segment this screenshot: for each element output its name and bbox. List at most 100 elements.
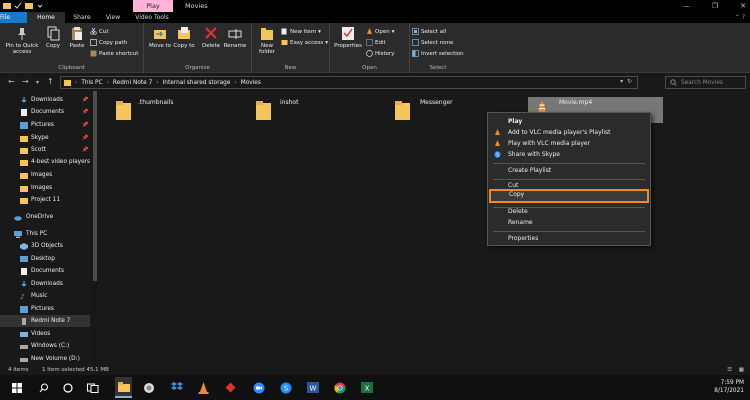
rename-button[interactable]: Rename: [222, 26, 248, 49]
sidebar-item-skype[interactable]: Skype 📌: [0, 132, 90, 144]
large-icons-view-icon[interactable]: ▦: [739, 367, 744, 373]
paste-shortcut-button[interactable]: Paste shortcut: [90, 49, 138, 58]
back-arrow-icon[interactable]: ←: [8, 77, 15, 86]
taskbar-app-bird[interactable]: [140, 379, 157, 396]
sidebar-item-4-best-video-players[interactable]: 4-best video players: [0, 156, 90, 168]
breadcrumb-movies[interactable]: Movies: [241, 80, 261, 86]
sidebar-item-windows-c[interactable]: Windows (C:): [0, 340, 90, 352]
menu-item-play[interactable]: Play: [488, 116, 650, 127]
breadcrumb-chevron-icon[interactable]: ›: [107, 80, 109, 86]
cut-button[interactable]: Cut: [90, 27, 108, 36]
breadcrumb-this-pc[interactable]: This PC: [81, 80, 102, 86]
properties-button[interactable]: Properties: [333, 26, 363, 49]
sidebar-item-downloads[interactable]: Downloads 📌: [0, 94, 90, 106]
menu-item-properties[interactable]: Properties: [488, 233, 650, 244]
select-all-button[interactable]: Select all: [412, 27, 446, 36]
pin-icon[interactable]: 📌: [82, 97, 88, 103]
close-button[interactable]: ✕: [740, 0, 746, 12]
pin-quick-access-button[interactable]: Pin to Quick access: [3, 26, 41, 55]
new-folder-button[interactable]: New folder: [255, 26, 279, 55]
easy-access-button[interactable]: Easy access ▾: [281, 38, 328, 47]
tab-video-tools[interactable]: Video Tools: [132, 12, 172, 23]
sidebar-item-onedrive[interactable]: OneDrive: [0, 211, 90, 223]
taskbar-dropbox[interactable]: [168, 379, 185, 396]
sidebar-item-redmi-note-7[interactable]: Redmi Note 7: [0, 315, 90, 327]
paste-button[interactable]: Paste: [66, 26, 88, 49]
breadcrumb-chevron-icon[interactable]: ›: [156, 80, 158, 86]
tab-home[interactable]: Home: [27, 12, 65, 23]
copy-button[interactable]: Copy: [42, 26, 64, 49]
recent-locations-icon[interactable]: ▾: [36, 79, 39, 86]
sidebar-item-this-pc[interactable]: This PC: [0, 228, 90, 240]
cortana-button[interactable]: [59, 379, 76, 396]
file-item-inshot[interactable]: inshot: [254, 97, 374, 123]
edit-button[interactable]: Edit: [366, 38, 386, 47]
start-button[interactable]: [8, 379, 25, 396]
taskbar-word[interactable]: W: [304, 379, 321, 396]
up-arrow-icon[interactable]: ↑: [47, 77, 54, 86]
menu-item-add-to-vlc-playlist[interactable]: Add to VLC media player's Playlist: [488, 127, 650, 138]
sidebar-item-downloads-pc[interactable]: Downloads: [0, 278, 90, 290]
taskbar-chrome[interactable]: [331, 379, 348, 396]
sidebar-item-images-2[interactable]: Images: [0, 182, 90, 194]
sidebar-item-images[interactable]: Images: [0, 169, 90, 181]
task-view-button[interactable]: [84, 379, 101, 396]
taskbar-anydesk[interactable]: [222, 379, 239, 396]
move-to-button[interactable]: Move to: [148, 26, 172, 49]
folder-icon[interactable]: [3, 2, 11, 9]
copy-to-button[interactable]: Copy to: [172, 26, 196, 49]
dropdown-icon[interactable]: [36, 2, 44, 9]
menu-item-copy[interactable]: Copy: [489, 189, 649, 203]
system-clock[interactable]: 7:59 PM 8/17/2021: [714, 379, 744, 395]
taskbar-file-explorer[interactable]: [115, 377, 132, 398]
search-input[interactable]: Search Movies: [665, 76, 746, 89]
maximize-button[interactable]: ❐: [712, 0, 718, 12]
new-item-button[interactable]: New item ▾: [281, 27, 321, 36]
history-button[interactable]: History: [366, 49, 395, 58]
chevron-down-icon[interactable]: ▾: [620, 78, 623, 85]
pin-icon[interactable]: 📌: [82, 109, 88, 115]
delete-button[interactable]: Delete: [200, 26, 222, 49]
taskbar-zoom[interactable]: [250, 379, 267, 396]
menu-item-share-with-skype[interactable]: S Share with Skype: [488, 149, 650, 160]
check-icon[interactable]: [14, 2, 22, 9]
sidebar-item-project-11[interactable]: Project 11: [0, 194, 90, 206]
menu-item-play-with-vlc[interactable]: Play with VLC media player: [488, 138, 650, 149]
details-view-icon[interactable]: ☰: [727, 367, 732, 373]
breadcrumb-chevron-icon[interactable]: ›: [234, 80, 236, 86]
tab-share[interactable]: Share: [68, 12, 96, 23]
play-tab[interactable]: Play: [133, 0, 173, 12]
breadcrumb-redmi[interactable]: Redmi Note 7: [113, 80, 152, 86]
invert-selection-button[interactable]: Invert selection: [412, 49, 464, 58]
menu-item-create-playlist[interactable]: Create Playlist: [488, 165, 650, 176]
pin-icon[interactable]: 📌: [82, 147, 88, 153]
select-none-button[interactable]: Select none: [412, 38, 453, 47]
sidebar-item-new-volume-d[interactable]: New Volume (D:): [0, 353, 90, 365]
sidebar-scrollbar[interactable]: [92, 91, 98, 367]
folder-new-icon[interactable]: [25, 2, 33, 9]
sidebar-item-documents-pc[interactable]: Documents: [0, 265, 90, 277]
forward-arrow-icon[interactable]: →: [22, 77, 29, 86]
help-icon[interactable]: ?: [742, 14, 745, 21]
sidebar-item-pictures-pc[interactable]: Pictures: [0, 303, 90, 315]
menu-item-rename[interactable]: Rename: [488, 217, 650, 228]
pin-icon[interactable]: 📌: [82, 122, 88, 128]
sidebar-item-pictures[interactable]: Pictures 📌: [0, 119, 90, 131]
sidebar-item-videos[interactable]: Videos: [0, 328, 90, 340]
taskbar-search-button[interactable]: [35, 379, 52, 396]
sidebar-scroll-thumb[interactable]: [93, 91, 97, 281]
refresh-icon[interactable]: ↻: [627, 78, 632, 85]
sidebar-item-desktop[interactable]: Desktop: [0, 253, 90, 265]
menu-item-delete[interactable]: Delete: [488, 206, 650, 217]
taskbar-excel[interactable]: X: [358, 379, 375, 396]
tab-view[interactable]: View: [100, 12, 126, 23]
sidebar-item-documents[interactable]: Documents 📌: [0, 106, 90, 118]
sidebar-item-3d-objects[interactable]: 3D Objects: [0, 240, 90, 252]
sidebar-item-scott[interactable]: Scott 📌: [0, 144, 90, 156]
minimize-button[interactable]: —: [683, 0, 690, 12]
sidebar-item-music[interactable]: ♪ Music: [0, 290, 90, 302]
taskbar-vlc[interactable]: [195, 379, 212, 396]
pin-icon[interactable]: 📌: [82, 135, 88, 141]
file-item-thumbnails[interactable]: .thumbnails: [114, 97, 234, 123]
open-button[interactable]: Open ▾: [366, 27, 394, 36]
